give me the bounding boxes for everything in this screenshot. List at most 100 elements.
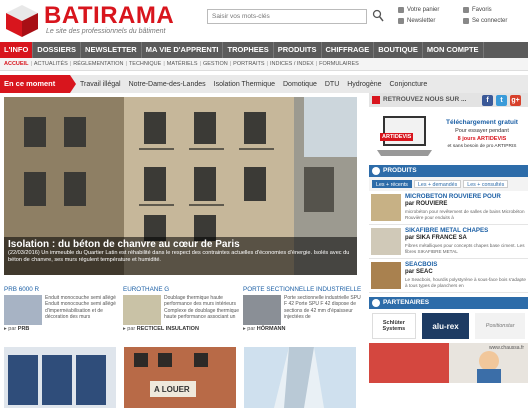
tab-requested[interactable]: Les + demandés [413, 180, 462, 188]
product-image[interactable] [371, 194, 401, 221]
trending-bar: En ce moment Travail illégal Notre-Dame-… [0, 75, 528, 93]
nav-item-chiffrage[interactable]: CHIFFRAGE [322, 42, 375, 58]
nav-item-newsletter[interactable]: NEWSLETTER [81, 42, 142, 58]
product-item[interactable]: SIKAFIBRE METAL CHAPES par SIKA FRANCE S… [369, 225, 528, 259]
product-card-title[interactable]: PORTE SECTIONNELLE INDUSTRIELLE [243, 286, 361, 295]
hero-article[interactable]: Isolation : du béton de chanvre au cœur … [4, 97, 357, 275]
solar-panel-photo [4, 347, 116, 408]
search-icon[interactable] [372, 9, 384, 23]
product-card-image[interactable] [4, 295, 42, 325]
promo-url: www.chaussa.fr [488, 345, 524, 351]
sub-nav: ACCUEIL | ACTUALITÉS | RÉGLEMENTATION | TEC… [0, 58, 528, 71]
follow-icon [372, 96, 380, 104]
nav-item-compte[interactable]: MON COMPTE [423, 42, 484, 58]
nav-item-apprenti[interactable]: MA VIE D'APPRENTI [142, 42, 224, 58]
subnav-reglementation[interactable]: RÉGLEMENTATION [71, 61, 125, 67]
subnav-technique[interactable]: TECHNIQUE [127, 61, 163, 67]
product-name[interactable]: SEACBOIS [405, 261, 437, 268]
product-card-image[interactable] [123, 295, 161, 325]
product-brand: par SEAC [405, 269, 433, 275]
trending-tag[interactable]: DTU [321, 81, 343, 88]
product-card-text: Doublage thermique haute performance des… [164, 295, 240, 320]
product-name[interactable]: MICROBETON ROUVIERE POUR [405, 193, 501, 200]
tab-recent[interactable]: Les + récents [372, 180, 412, 188]
login-link[interactable]: Se connecter [463, 18, 507, 24]
article-photo-tower[interactable] [244, 347, 356, 408]
newsletter-link[interactable]: Newsletter [398, 18, 435, 24]
subnav-indices[interactable]: INDICES / INDEX [268, 61, 316, 67]
footer-ad[interactable]: www.chaussa.fr [369, 343, 528, 383]
product-image[interactable] [371, 262, 401, 289]
nav-item-produits[interactable]: PRODUITS [274, 42, 322, 58]
product-brand: par ROUVIERE [405, 201, 448, 207]
product-card-title[interactable]: PRB 6000 R [4, 286, 122, 295]
building-photo [124, 347, 236, 408]
products-tabs: Les + récents Les + demandés Les + consu… [369, 177, 528, 191]
article-photo-solar[interactable] [4, 347, 116, 408]
product-brand: par SIKA FRANCE SA [405, 235, 467, 241]
partner-logo-schluter[interactable]: Schlüter Systems [372, 313, 416, 339]
site-logo[interactable]: BATIRAMA [44, 2, 174, 30]
partners-logos: Schlüter Systems alu-rex Positionstar [369, 309, 528, 343]
nav-item-boutique[interactable]: BOUTIQUE [374, 42, 423, 58]
artidevis-ad[interactable]: ARTIDEVIS Téléchargement gratuit Pour es… [369, 111, 528, 161]
subnav-accueil[interactable]: ACCUEIL [2, 61, 30, 67]
favorites-link[interactable]: Favoris [463, 7, 492, 13]
product-card-brand: ▸ par RECTICEL INSULATION [123, 326, 199, 332]
site-tagline: Le site des professionnels du bâtiment [46, 28, 166, 35]
mail-icon [398, 18, 404, 24]
product-card-image[interactable] [243, 295, 281, 325]
product-card-brand: ▸ par PRB [4, 326, 30, 332]
bullet-icon [372, 299, 380, 307]
subnav-materiels[interactable]: MATÉRIELS [165, 61, 200, 67]
trending-label: En ce moment [0, 75, 76, 93]
logo-cube-icon[interactable] [4, 3, 40, 39]
trending-tag[interactable]: Isolation Thermique [210, 81, 279, 88]
product-card-brand: ▸ par HÖRMANN [243, 326, 286, 332]
googleplus-icon[interactable]: g+ [510, 95, 521, 106]
partner-logo-alurex[interactable]: alu-rex [421, 313, 470, 339]
search-input[interactable] [207, 9, 367, 24]
trending-tag[interactable]: Hydrogène [343, 81, 385, 88]
product-card-text: Porte sectionnelle industrielle SPU F 42… [284, 295, 361, 320]
subnav-formulaires[interactable]: FORMULAIRES [317, 61, 361, 67]
article-photo-building[interactable]: A LOUER [124, 347, 236, 408]
trending-tag[interactable]: Conjoncture [386, 81, 432, 88]
nav-item-info[interactable]: L'INFO [0, 42, 34, 58]
product-desc: Le Seacbois, hourdis polystyrène à sous-… [405, 277, 526, 288]
product-item[interactable]: SEACBOIS par SEAC Le Seacbois, hourdis p… [369, 259, 528, 293]
nav-item-dossiers[interactable]: DOSSIERS [33, 42, 82, 58]
twitter-icon[interactable]: t [496, 95, 507, 106]
subnav-portraits[interactable]: PORTRAITS [231, 61, 266, 67]
site-header: BATIRAMA Le site des professionnels du b… [0, 0, 528, 42]
right-sidebar: RETROUVEZ NOUS SUR ... f t g+ ARTIDEVIS … [369, 93, 528, 383]
products-header: PRODUITS [369, 165, 528, 177]
product-item[interactable]: MICROBETON ROUVIERE POUR par ROUVIERE mi… [369, 191, 528, 225]
product-card[interactable]: EUROTHANE G Doublage thermique haute per… [123, 286, 241, 342]
product-cards: PRB 6000 R Enduit monocouche semi allégé… [0, 286, 368, 342]
user-icon [463, 18, 469, 24]
product-name[interactable]: SIKAFIBRE METAL CHAPES [405, 227, 488, 234]
hero-summary: (22/03/2016) Un immeuble du Quartier Lat… [8, 250, 350, 263]
nav-item-trophees[interactable]: TROPHEES [223, 42, 274, 58]
hero-caption: Isolation : du béton de chanvre au cœur … [4, 237, 357, 275]
product-card-title[interactable]: EUROTHANE G [123, 286, 241, 295]
subnav-gestion[interactable]: GESTION [201, 61, 230, 67]
trending-tag[interactable]: Travail illégal [76, 81, 125, 88]
facebook-icon[interactable]: f [482, 95, 493, 106]
ad-brand: ARTIDEVIS [380, 133, 414, 141]
product-card-text: Enduit monocouche semi allégé Enduit mon… [45, 295, 116, 320]
partners-header: PARTENAIRES [369, 297, 528, 309]
partner-logo-positionstar[interactable]: Positionstar [475, 313, 525, 339]
hero-title[interactable]: Isolation : du béton de chanvre au cœur … [8, 239, 353, 250]
trending-tag[interactable]: Notre-Dame-des-Landes [125, 81, 210, 88]
product-card[interactable]: PORTE SECTIONNELLE INDUSTRIELLE Porte se… [243, 286, 361, 342]
trending-tag[interactable]: Domotique [279, 81, 321, 88]
product-image[interactable] [371, 228, 401, 255]
cart-link[interactable]: Votre panier [398, 7, 439, 13]
subnav-actualites[interactable]: ACTUALITÉS [32, 61, 70, 67]
product-card[interactable]: PRB 6000 R Enduit monocouche semi allégé… [4, 286, 122, 342]
social-bar: RETROUVEZ NOUS SUR ... f t g+ [369, 93, 528, 107]
bullet-icon [372, 167, 380, 175]
tab-viewed[interactable]: Les + consultés [463, 180, 509, 188]
